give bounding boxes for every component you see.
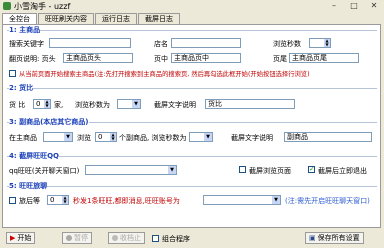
send-hint-label: (注:需先开启旺旺聊天窗口): [285, 197, 370, 205]
screenshot-browse-label: 截屏浏览页面: [249, 167, 291, 175]
screenshot-browse-checkbox[interactable]: [239, 166, 246, 173]
shop-name-label: 店名: [154, 40, 168, 48]
search-keyword-label: 搜索关键字: [9, 40, 44, 48]
search-keyword-input[interactable]: [49, 38, 131, 48]
start-from-current-page-checkbox[interactable]: [9, 70, 16, 77]
tab-screenshot-log[interactable]: 截屏日志: [138, 13, 180, 24]
tab-wangwang-content[interactable]: 旺旺刷关内容: [38, 13, 94, 24]
qq-wangwang-label: qq旺旺(关开聊天窗口): [9, 167, 80, 175]
page-tail-input[interactable]: 主商品页尾: [289, 53, 359, 63]
start-button[interactable]: ▶ 开始: [6, 232, 36, 244]
page-mid-input[interactable]: 主商品页中: [171, 53, 241, 63]
start-from-current-page-label: 从当前页面开始搜索主商品(注:先打开搜索到主商品的搜索页, 然后再勾选此框开始(…: [19, 71, 310, 78]
tab-run-log[interactable]: 运行日志: [95, 13, 137, 24]
exit-after-screenshot-checkbox[interactable]: [308, 165, 315, 173]
shop-name-input[interactable]: [171, 38, 241, 48]
wangwang-account-select[interactable]: ▼: [203, 195, 281, 205]
sub-times-label: 浏览: [77, 134, 91, 142]
group5-title: 5: 旺旺旅聊: [9, 181, 48, 191]
huobi-browse-label: 浏览秒数为: [75, 101, 110, 109]
tab-console[interactable]: 全控台: [2, 13, 37, 24]
console-panel: 1: 主商品 搜索关键字 店名 浏览秒数 ▲ ▼ 翻页说明: 页头 主商品页头 页…: [2, 24, 381, 228]
group4-divider: [7, 156, 377, 157]
start-button-label: 开始: [17, 234, 32, 242]
bottom-toolbar: ▶ 开始 暂停 收档止 组合程序 ▣ 保存所有设置: [0, 229, 384, 248]
save-all-button-label: 保存所有设置: [317, 234, 360, 242]
sub-screenshot-label: 截屏文字说明: [231, 134, 273, 142]
huobi-screenshot-input[interactable]: 货比: [205, 99, 295, 109]
send-interval-spin[interactable]: 0 ▲ ▼: [47, 195, 69, 205]
combo-program-label: 组合程序: [162, 235, 190, 243]
on-main-label: 在主商品: [9, 134, 37, 142]
sub-screenshot-input[interactable]: 副商品: [284, 132, 372, 142]
page-mid-label: 页中: [154, 55, 168, 63]
pause-button[interactable]: 暂停: [62, 232, 92, 244]
on-main-select[interactable]: ▼: [43, 132, 73, 142]
combo-program-checkbox[interactable]: [152, 235, 159, 242]
page-head-input[interactable]: 主商品页头: [63, 53, 133, 63]
exit-after-screenshot-label: 截屏后立即退出: [318, 167, 367, 175]
huobi-label: 货 比: [9, 101, 26, 109]
sub-count-spin[interactable]: 0 ▲ ▼: [95, 132, 117, 142]
sub-seconds-select[interactable]: ▼: [189, 132, 213, 142]
group4-title: 4: 截屏旺旺QQ: [9, 151, 60, 161]
group1-title: 1: 主商品: [9, 25, 41, 35]
send-desc-label: 秒发1条旺旺,都即消息,旺旺账号为: [73, 197, 180, 205]
maximize-button[interactable]: □: [346, 1, 362, 10]
stop-button[interactable]: 收档止: [108, 232, 145, 244]
huobi-count-spin[interactable]: 0 ▲ ▼: [33, 99, 51, 109]
group2-title: 2: 货比: [9, 83, 34, 93]
group1-divider: [7, 30, 377, 31]
page-tail-label: 页尾: [273, 55, 287, 63]
stop-icon: [112, 235, 118, 241]
main-window: 小雪淘手 - uzzf – □ ✕ 全控台 旺旺刷关内容 运行日志 截屏日志 1…: [0, 0, 384, 248]
qq-wangwang-select[interactable]: ▼: [85, 165, 177, 175]
browse-seconds-spin[interactable]: ▲ ▼: [309, 38, 331, 48]
send-message-checkbox[interactable]: [9, 197, 16, 204]
close-button[interactable]: ✕: [366, 1, 382, 10]
minimize-button[interactable]: –: [326, 1, 342, 10]
huobi-seconds-select[interactable]: ▼: [117, 99, 141, 109]
huobi-unit-label: 家,: [54, 101, 64, 109]
window-title: 小雪淘手 - uzzf: [14, 1, 71, 11]
tab-bar: 全控台 旺旺刷关内容 运行日志 截屏日志: [2, 13, 181, 24]
title-bar: 小雪淘手 - uzzf – □ ✕: [0, 0, 384, 12]
send-after-label: 旅后等: [19, 197, 40, 205]
save-icon: ▣: [309, 234, 316, 242]
huobi-screenshot-label: 截屏文字说明: [154, 101, 196, 109]
group2-divider: [7, 88, 377, 89]
app-icon: [3, 2, 11, 10]
play-icon: ▶: [10, 234, 16, 242]
sub-items-label: 个副商品, 浏览秒数为: [119, 134, 187, 142]
page-desc-label: 翻页说明: 页头: [9, 55, 56, 63]
group5-divider: [7, 186, 377, 187]
stop-button-label: 收档止: [120, 234, 141, 242]
pause-icon: [66, 235, 72, 241]
pause-button-label: 暂停: [74, 234, 88, 242]
browse-seconds-label: 浏览秒数: [273, 40, 301, 48]
group3-title: 3: 副商品(本店其它商品): [9, 117, 89, 127]
save-all-button[interactable]: ▣ 保存所有设置: [305, 232, 364, 244]
